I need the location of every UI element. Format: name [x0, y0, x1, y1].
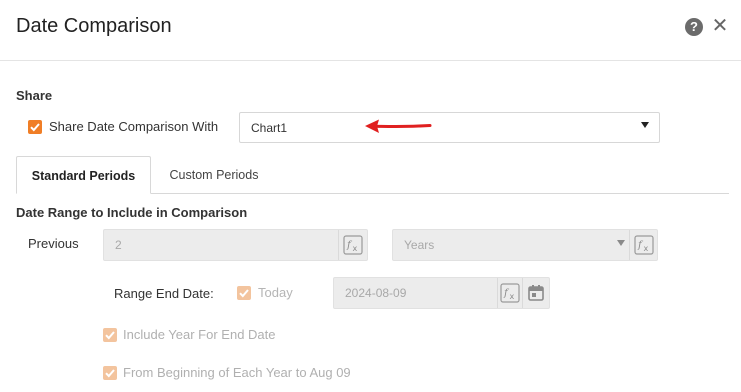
share-chart-select-value: Chart1: [251, 121, 288, 135]
formula-icon[interactable]: f x: [343, 235, 363, 255]
share-checkbox[interactable]: [28, 120, 42, 134]
include-year-checkbox[interactable]: [103, 328, 117, 342]
chevron-down-icon: [641, 122, 649, 128]
today-checkbox-label: Today: [258, 285, 293, 300]
formula-icon[interactable]: f x: [634, 235, 654, 255]
previous-count-value: 2: [115, 238, 122, 252]
calendar-icon[interactable]: [526, 283, 546, 303]
share-chart-select[interactable]: Chart1: [239, 112, 660, 143]
chevron-down-icon: [617, 240, 625, 246]
formula-icon[interactable]: f x: [500, 283, 520, 303]
svg-text:x: x: [353, 244, 358, 253]
checkmark-icon: [30, 123, 40, 132]
from-beginning-label: From Beginning of Each Year to Aug 09: [123, 365, 351, 380]
svg-text:x: x: [644, 244, 649, 253]
tab-custom-periods[interactable]: Custom Periods: [153, 156, 275, 194]
red-arrow-annotation: [365, 119, 432, 133]
svg-text:x: x: [510, 292, 515, 301]
input-separator: [522, 278, 523, 308]
range-end-date-label: Range End Date:: [114, 286, 214, 301]
help-icon[interactable]: ?: [685, 18, 703, 36]
period-unit-select[interactable]: Years f x: [392, 229, 658, 261]
input-separator: [497, 278, 498, 308]
checkmark-icon: [105, 331, 115, 340]
previous-label: Previous: [28, 236, 79, 251]
period-unit-value: Years: [404, 238, 435, 252]
end-date-input[interactable]: 2024-08-09 f x: [333, 277, 550, 309]
date-range-section-label: Date Range to Include in Comparison: [16, 205, 248, 220]
input-separator: [338, 230, 339, 260]
share-section-label: Share: [16, 88, 53, 103]
dialog-header: Date Comparison ? ✕: [0, 0, 741, 60]
tab-standard-periods[interactable]: Standard Periods: [16, 156, 151, 194]
include-year-label: Include Year For End Date: [123, 327, 276, 342]
input-separator: [629, 230, 630, 260]
header-divider: [0, 60, 741, 61]
previous-count-input[interactable]: 2 f x: [103, 229, 368, 261]
close-icon[interactable]: ✕: [711, 15, 729, 37]
today-checkbox[interactable]: [237, 286, 251, 300]
end-date-value: 2024-08-09: [345, 286, 407, 300]
dialog-title: Date Comparison: [16, 15, 172, 37]
checkmark-icon: [105, 369, 115, 378]
from-beginning-checkbox[interactable]: [103, 366, 117, 380]
share-checkbox-label: Share Date Comparison With: [49, 119, 219, 134]
checkmark-icon: [239, 289, 249, 298]
